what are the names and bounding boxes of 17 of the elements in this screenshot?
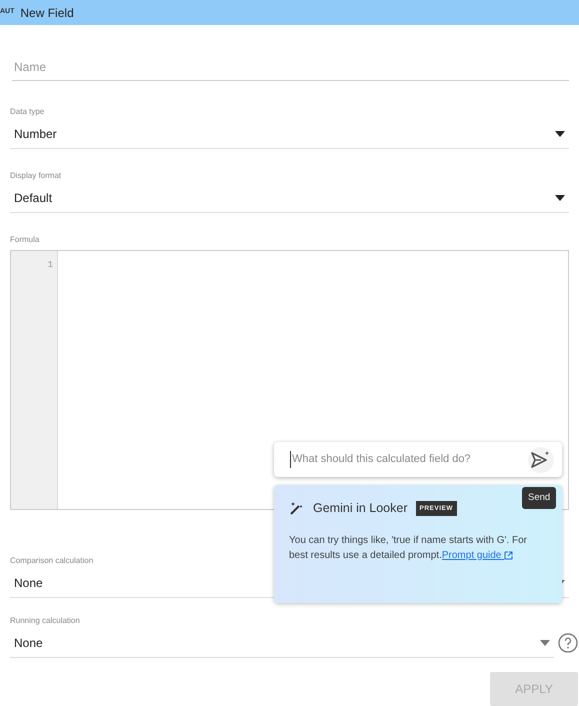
field-label: Running calculation <box>10 615 80 627</box>
field-label: Display format <box>10 170 62 182</box>
select-value: None <box>14 574 43 592</box>
select-field[interactable]: Default <box>10 183 569 213</box>
send-tooltip: Send <box>522 487 556 510</box>
select-field[interactable]: None <box>10 628 554 658</box>
field-label: Comparison calculation <box>10 555 94 567</box>
field-label: Formula <box>10 234 40 246</box>
window-title: New Field <box>20 4 74 22</box>
select-value: None <box>14 634 43 652</box>
select-value: Default <box>14 190 52 206</box>
hint-text: You can try things like, 'true if name starts with G'. For best results use a detailed prompt.Prompt guide <box>289 534 528 563</box>
select-value: Number <box>14 126 57 142</box>
select-field[interactable]: Number <box>10 119 569 149</box>
prompt-guide-link[interactable]: Prompt guide <box>442 550 514 561</box>
line-number: 1 <box>48 259 53 272</box>
field-label: Data type <box>10 106 44 118</box>
